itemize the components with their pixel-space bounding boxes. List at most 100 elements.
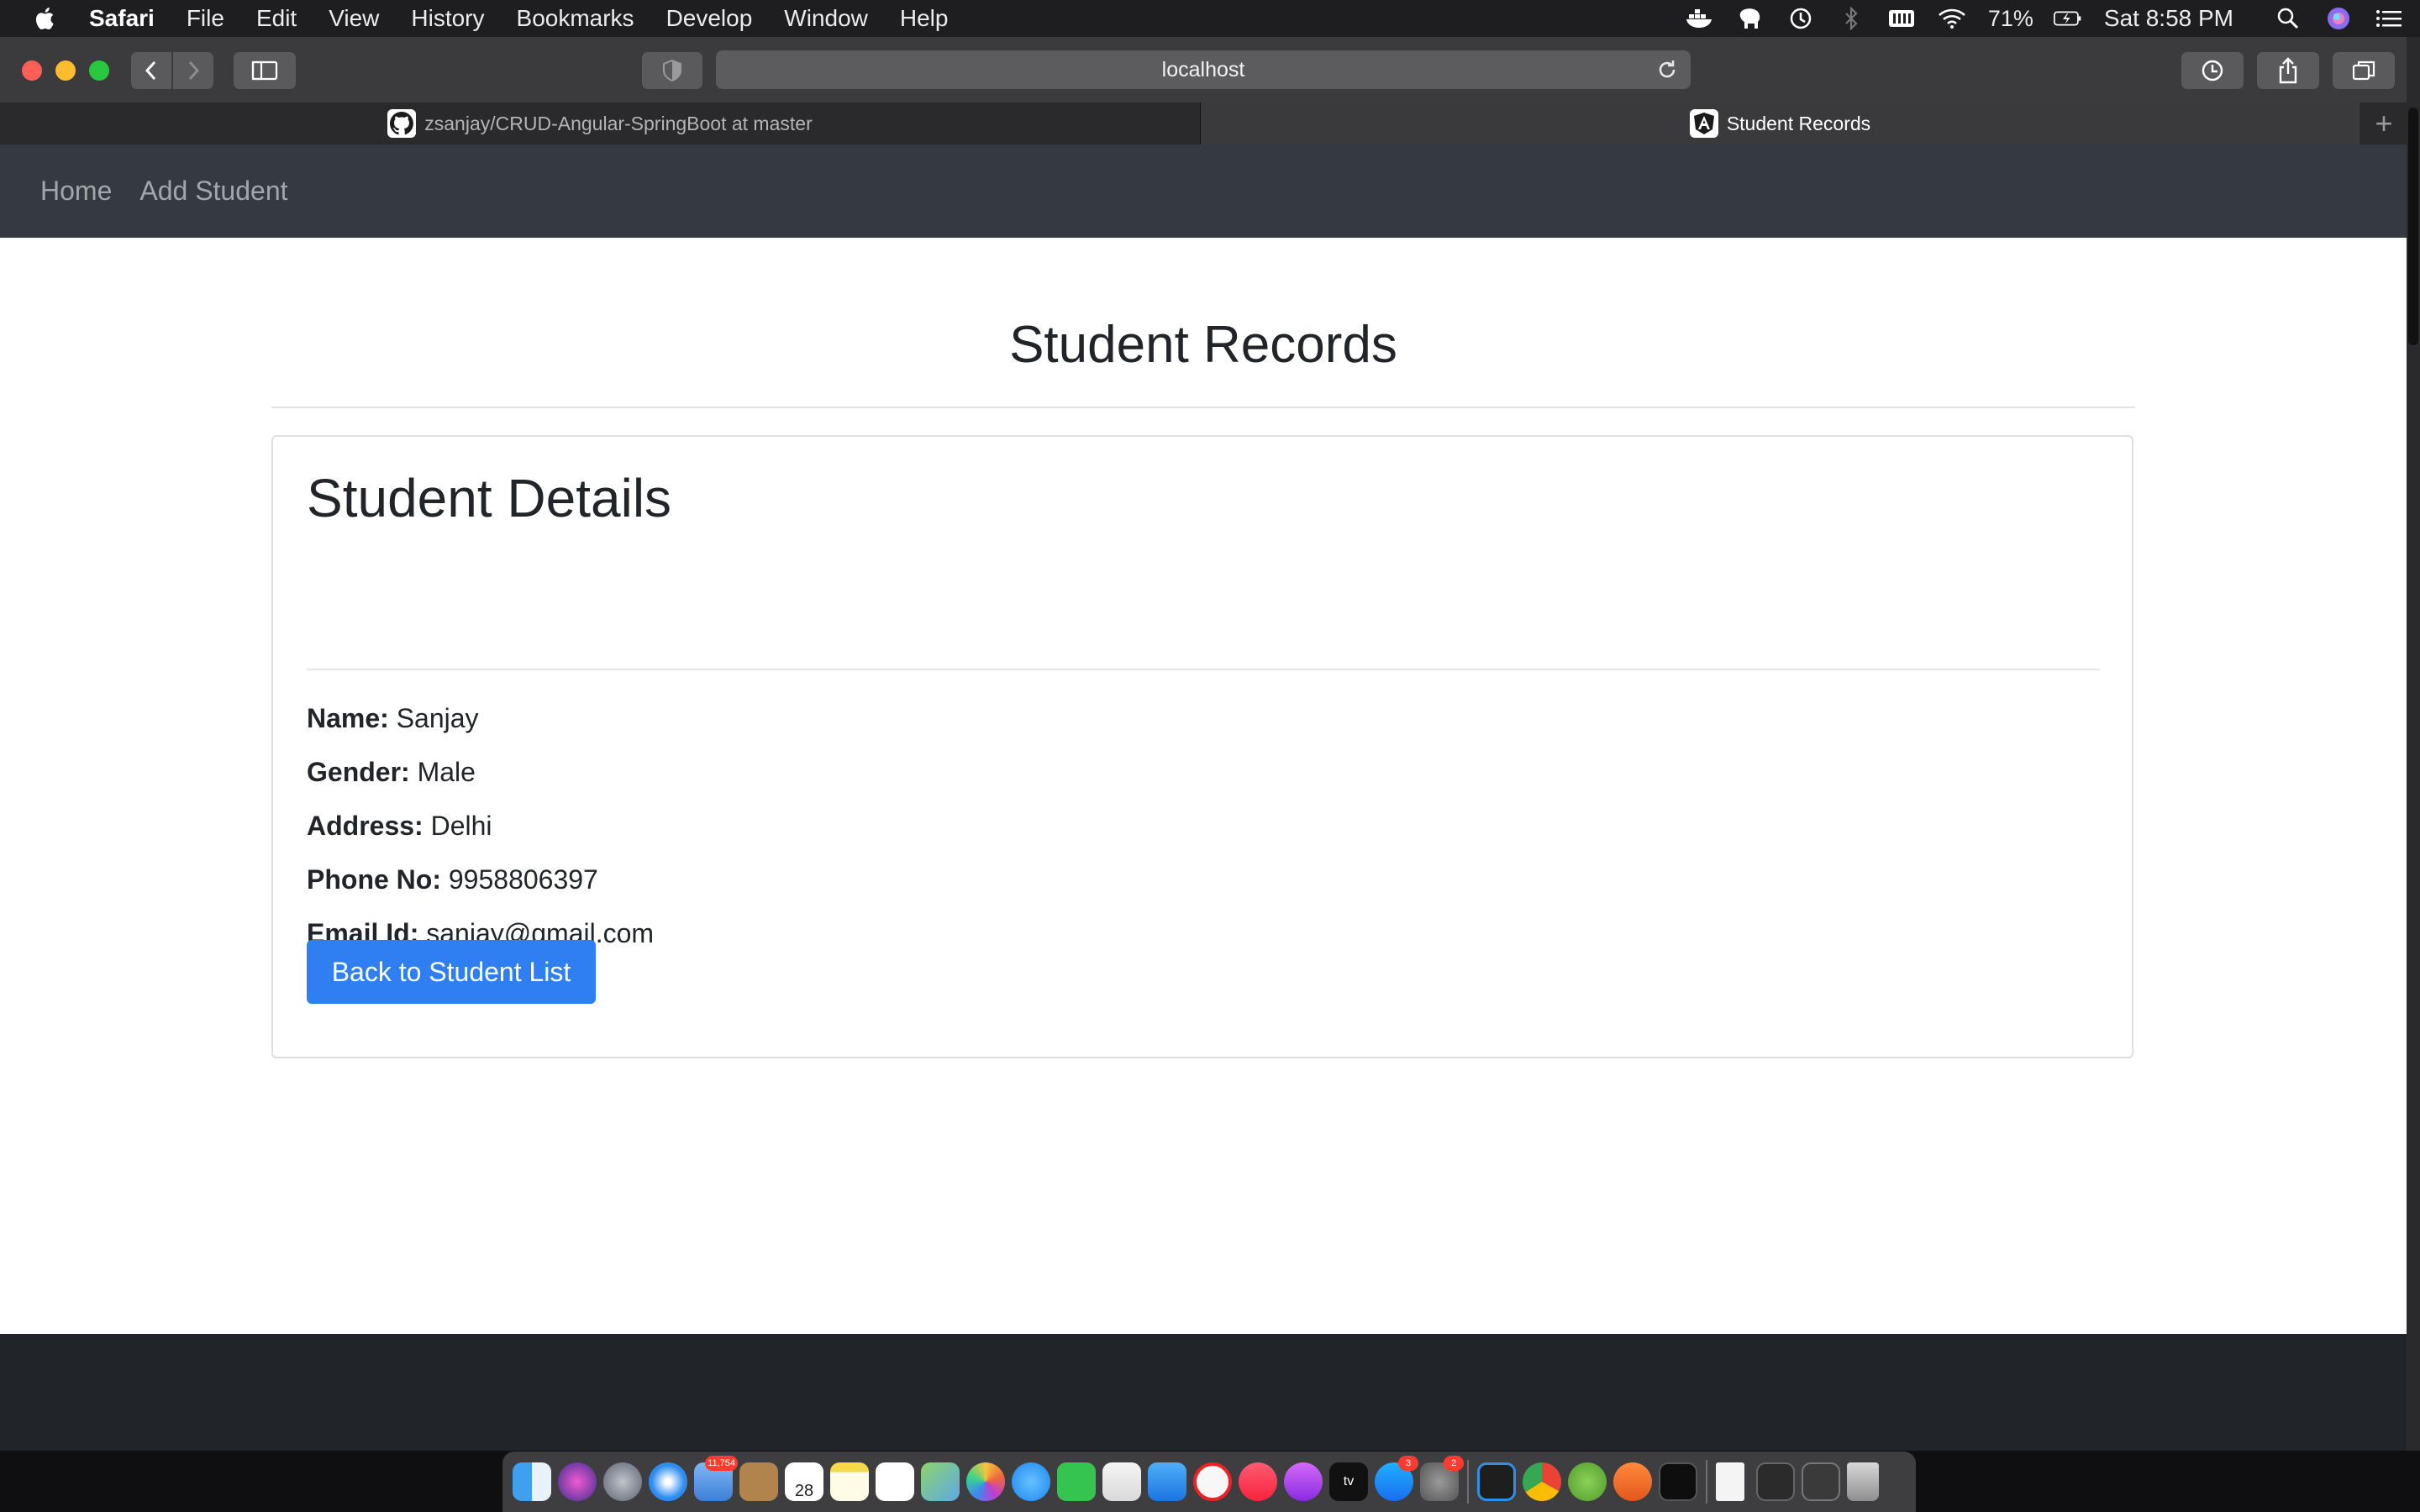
dock-separator-2	[1706, 1460, 1707, 1504]
document-icon[interactable]	[1716, 1462, 1744, 1501]
detail-name-value: Sanjay	[396, 703, 479, 733]
pages-icon[interactable]	[1102, 1462, 1141, 1501]
app-store-icon[interactable]: 3	[1375, 1456, 1418, 1501]
menu-window[interactable]: Window	[784, 5, 868, 32]
spring-tool-suite-icon[interactable]	[1568, 1462, 1607, 1501]
wifi-icon[interactable]	[1938, 7, 1966, 30]
menu-help[interactable]: Help	[900, 5, 949, 32]
news-icon[interactable]	[1193, 1462, 1232, 1501]
sidebar-toggle-button[interactable]	[234, 52, 296, 89]
photos-icon[interactable]	[966, 1462, 1005, 1501]
time-machine-icon[interactable]	[1786, 7, 1815, 30]
notes-icon[interactable]	[830, 1462, 869, 1501]
screen-recording-icon[interactable]	[1756, 1462, 1795, 1501]
menu-app-name[interactable]: Safari	[89, 5, 155, 32]
battery-percent: 71%	[1987, 5, 2033, 31]
menu-view[interactable]: View	[329, 5, 379, 32]
detail-phone: Phone No: 9958806397	[307, 864, 598, 895]
web-page: Home Add Student Student Records Student…	[0, 144, 2407, 1451]
docker-icon[interactable]	[1686, 7, 1714, 30]
postman-icon[interactable]	[1613, 1462, 1652, 1501]
chevron-right-icon	[188, 60, 200, 81]
detail-gender-label: Gender:	[307, 757, 410, 787]
calendar-day: 28	[794, 1482, 814, 1500]
detail-name-label: Name:	[307, 703, 389, 733]
tab-github[interactable]: zsanjay/CRUD-Angular-SpringBoot at maste…	[0, 102, 1201, 144]
podcasts-icon[interactable]	[1284, 1462, 1323, 1501]
card-heading: Student Details	[307, 468, 672, 528]
spotlight-search-icon[interactable]	[2274, 7, 2302, 30]
tab-student-records-title: Student Records	[1726, 112, 1871, 134]
title-divider	[271, 407, 2135, 408]
bluetooth-icon[interactable]	[1837, 7, 1865, 30]
vscode-icon[interactable]	[1477, 1462, 1516, 1501]
nav-add-student-link[interactable]: Add Student	[139, 176, 287, 207]
close-window-button[interactable]	[22, 60, 42, 81]
reload-icon[interactable]	[1655, 58, 1679, 81]
maps-icon[interactable]	[921, 1462, 960, 1501]
back-button[interactable]	[131, 52, 171, 89]
tab-bar: zsanjay/CRUD-Angular-SpringBoot at maste…	[0, 102, 2407, 145]
address-bar[interactable]: localhost	[716, 50, 1691, 89]
history-button[interactable]	[2181, 52, 2244, 89]
detail-address-value: Delhi	[430, 811, 492, 841]
safari-window: localhost zsanjay/CRUD-Angular-SpringBoo…	[0, 37, 2407, 1451]
tabs-icon	[2352, 60, 2375, 81]
mail-icon[interactable]: 11,754	[694, 1456, 738, 1501]
mail-badge: 11,754	[705, 1456, 738, 1471]
tab-student-records[interactable]: Student Records	[1201, 102, 2360, 144]
siri-icon[interactable]	[2324, 7, 2353, 30]
angular-icon	[1689, 109, 1718, 138]
back-to-student-list-button[interactable]: Back to Student List	[307, 940, 596, 1004]
menu-history[interactable]: History	[411, 5, 484, 32]
numbers-icon[interactable]	[1148, 1462, 1186, 1501]
card-divider	[307, 669, 2100, 670]
forward-button[interactable]	[173, 52, 213, 89]
detail-gender: Gender: Male	[307, 757, 476, 788]
detail-phone-value: 9958806397	[448, 864, 598, 895]
detail-address: Address: Delhi	[307, 811, 492, 842]
tab-github-title: zsanjay/CRUD-Angular-SpringBoot at maste…	[424, 112, 813, 134]
github-icon	[387, 109, 417, 138]
menu-clock[interactable]: Sat 8:58 PM	[2104, 5, 2233, 32]
menu-develop[interactable]: Develop	[666, 5, 753, 32]
chrome-icon[interactable]	[1523, 1462, 1561, 1501]
menu-file[interactable]: File	[187, 5, 224, 32]
facetime-icon[interactable]	[1057, 1462, 1096, 1501]
privacy-report-button[interactable]	[642, 52, 702, 89]
music-icon[interactable]	[1239, 1462, 1277, 1501]
minimize-window-button[interactable]	[55, 60, 76, 81]
student-details-card: Student Details Name: Sanjay Gender: Mal…	[271, 435, 2133, 1058]
scrollbar-thumb[interactable]	[2408, 108, 2418, 345]
system-preferences-icon[interactable]: 2	[1420, 1456, 1464, 1501]
notification-center-icon[interactable]	[2375, 7, 2403, 30]
menu-bookmarks[interactable]: Bookmarks	[517, 5, 634, 32]
safari-dock-icon[interactable]	[649, 1462, 687, 1501]
tab-overview-button[interactable]	[2333, 52, 2395, 89]
keyboard-icon[interactable]	[1887, 7, 1916, 30]
nav-home-link[interactable]: Home	[40, 176, 112, 207]
launchpad-icon[interactable]	[603, 1462, 642, 1501]
terminal-icon[interactable]	[1659, 1462, 1697, 1501]
elephant-icon[interactable]	[1736, 7, 1765, 30]
calendar-icon[interactable]: 28	[785, 1462, 823, 1501]
reminders-icon[interactable]	[876, 1462, 914, 1501]
keyboard-viewer-icon[interactable]	[1802, 1462, 1840, 1501]
contacts-icon[interactable]	[739, 1462, 778, 1501]
apple-tv-icon[interactable]: tv	[1329, 1462, 1368, 1501]
apple-icon[interactable]	[34, 6, 59, 31]
battery-icon[interactable]	[2053, 7, 2082, 30]
app-navbar: Home Add Student	[0, 144, 2407, 238]
trash-icon[interactable]	[1847, 1462, 1879, 1501]
messages-icon[interactable]	[1012, 1462, 1050, 1501]
new-tab-button[interactable]: +	[2361, 102, 2407, 144]
page-footer	[0, 1334, 2407, 1451]
share-button[interactable]	[2257, 52, 2319, 89]
sidebar-icon	[251, 60, 278, 81]
address-bar-url: localhost	[1161, 57, 1245, 81]
fullscreen-window-button[interactable]	[89, 60, 109, 81]
siri-dock-icon[interactable]	[558, 1462, 597, 1501]
menu-edit[interactable]: Edit	[256, 5, 297, 32]
detail-phone-label: Phone No:	[307, 864, 441, 895]
finder-icon[interactable]	[513, 1462, 551, 1501]
